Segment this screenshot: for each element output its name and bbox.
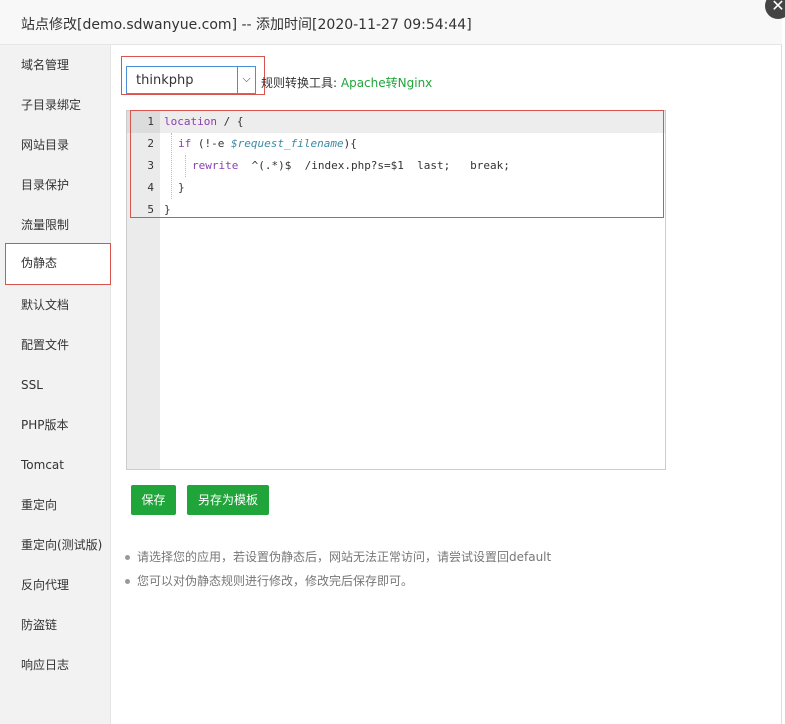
template-select-highlight: thinkphp ⌵ (121, 56, 265, 95)
site-edit-dialog: 站点修改[demo.sdwanyue.com] -- 添加时间[2020-11-… (0, 0, 785, 724)
sidebar-item-ssl[interactable]: SSL (0, 365, 111, 405)
sidebar-item-redirect[interactable]: 重定向 (0, 485, 111, 525)
sidebar-item-reverse-proxy[interactable]: 反向代理 (0, 565, 111, 605)
rewrite-panel: thinkphp ⌵ 规则转换工具: Apache转Nginx 1 2 3 4 … (111, 45, 782, 724)
dialog-title: 站点修改[demo.sdwanyue.com] -- 添加时间[2020-11-… (21, 17, 472, 33)
tip-item: 请选择您的应用，若设置伪静态后，网站无法正常访问，请尝试设置回default (124, 545, 551, 569)
sidebar-item-tomcat[interactable]: Tomcat (0, 445, 111, 485)
tips-list: 请选择您的应用，若设置伪静态后，网站无法正常访问，请尝试设置回default 您… (124, 545, 551, 593)
sidebar-item-redirect-beta[interactable]: 重定向(测试版) (0, 525, 111, 565)
sidebar-item-default-doc[interactable]: 默认文档 (0, 285, 111, 325)
save-as-template-button[interactable]: 另存为模板 (187, 485, 269, 515)
sidebar-item-php-version[interactable]: PHP版本 (0, 405, 111, 445)
tip-item: 您可以对伪静态规则进行修改，修改完后保存即可。 (124, 569, 551, 593)
sidebar-item-hotlink-protect[interactable]: 防盗链 (0, 605, 111, 645)
sidebar-item-domain[interactable]: 域名管理 (0, 45, 111, 85)
sidebar: 域名管理 子目录绑定 网站目录 目录保护 流量限制 伪静态 默认文档 配置文件 … (0, 45, 111, 724)
chevron-down-icon[interactable]: ⌵ (237, 67, 255, 93)
save-button[interactable]: 保存 (131, 485, 176, 515)
sidebar-item-dir-protect[interactable]: 目录保护 (0, 165, 111, 205)
code-highlight-box (130, 110, 664, 218)
sidebar-item-config-file[interactable]: 配置文件 (0, 325, 111, 365)
sidebar-item-rewrite[interactable]: 伪静态 (5, 243, 111, 285)
sidebar-item-site-directory[interactable]: 网站目录 (0, 125, 111, 165)
selected-template: thinkphp (136, 73, 194, 88)
sidebar-item-subdir-binding[interactable]: 子目录绑定 (0, 85, 111, 125)
dialog-titlebar: 站点修改[demo.sdwanyue.com] -- 添加时间[2020-11-… (0, 0, 782, 45)
converter-label: 规则转换工具: (261, 76, 338, 90)
sidebar-item-response-log[interactable]: 响应日志 (0, 645, 111, 685)
converter-link[interactable]: Apache转Nginx (341, 76, 432, 90)
sidebar-item-traffic-limit[interactable]: 流量限制 (0, 205, 111, 245)
rewrite-template-select[interactable]: thinkphp ⌵ (126, 66, 256, 94)
rule-converter: 规则转换工具: Apache转Nginx (261, 74, 432, 91)
